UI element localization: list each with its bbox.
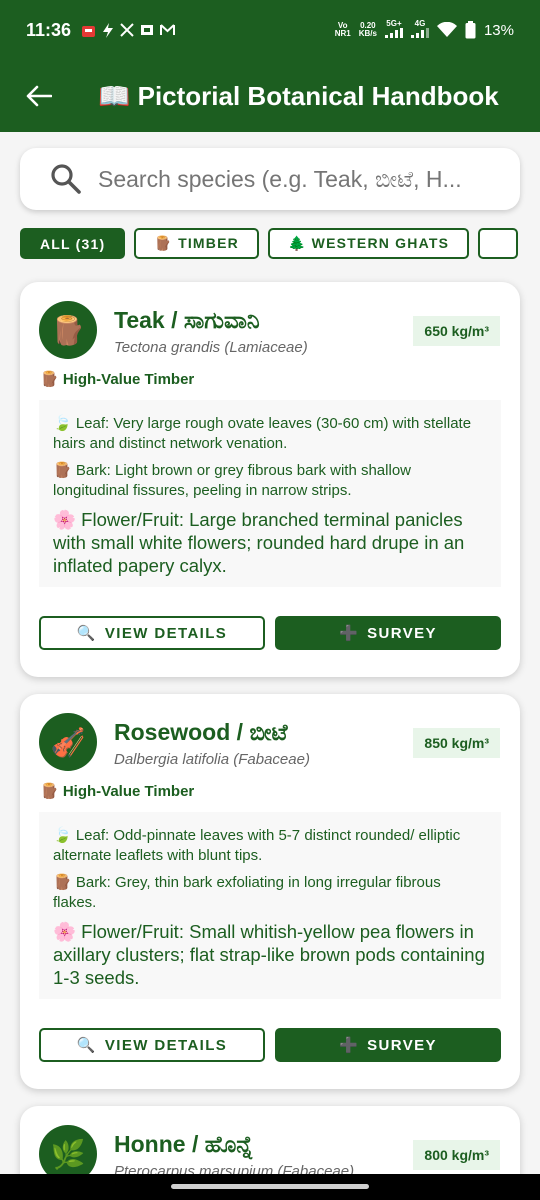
signal-4g: 4G [410,19,429,40]
species-name: Teak / ಸಾಗುವಾನಿ [114,307,260,333]
chip-timber[interactable]: 🪵 TIMBER [134,228,259,259]
magnifier-icon: 🔍 [76,625,97,642]
x-icon [120,23,134,37]
filter-chips: ALL (31) 🪵 TIMBER 🌲 WESTERN GHATS [20,228,520,260]
system-nav-bar [0,1174,540,1200]
bark-description: 🪵 Bark: Light brown or grey fibrous bark… [53,462,411,499]
plus-icon: ➕ [339,625,360,642]
battery-icon [465,21,476,39]
gen-4g-label: 4G [414,19,426,28]
notification-icons [81,22,176,38]
search-input[interactable] [98,165,498,193]
search-bar[interactable] [20,148,520,210]
status-time: 11:36 [26,19,72,40]
system-indicators: Vo NR1 0.20 KB/s 5G+ 4G 13% [335,20,514,40]
nr-label: NR1 [334,29,351,38]
description-box: 🍃 Leaf: Very large rough ovate leaves (3… [39,400,501,587]
species-name: Honne / ಹೊನ್ನೆ [114,1131,254,1157]
bolt-icon [103,22,114,38]
view-details-label: VIEW DETAILS [104,1036,228,1054]
category-tag: 🪵 High-Value Timber [40,371,195,388]
status-bar: 11:36 Vo NR1 0.20 KB/s 5G+ 4G 13% [0,0,540,60]
species-scientific-name: Dalbergia latifolia (Fabaceae) [114,751,310,768]
bark-description: 🪵 Bark: Grey, thin bark exfoliating in l… [53,874,441,911]
signal-bars-icon [410,28,429,38]
density-badge: 800 kg/m³ [413,1140,500,1170]
view-details-button[interactable]: 🔍 VIEW DETAILS [39,616,265,650]
battery-percent: 13% [483,21,514,39]
leaf-description: 🍃 Leaf: Very large rough ovate leaves (3… [53,415,472,452]
species-card: 🎻 Rosewood / ಬೀಟೆ Dalbergia latifolia (F… [20,694,520,1089]
category-tag: 🪵 High-Value Timber [40,783,195,800]
home-gesture-handle[interactable] [171,1184,369,1189]
net-speed: 0.20 KB/s [359,22,377,38]
flower-description: 🌸 Flower/Fruit: Small whitish-yellow pea… [53,921,485,988]
view-details-button[interactable]: 🔍 VIEW DETAILS [39,1028,265,1062]
gen-5g-label: 5G+ [386,19,402,28]
leaf-description: 🍃 Leaf: Odd-pinnate leaves with 5-7 dist… [53,827,461,864]
species-avatar: 🎻 [39,713,97,771]
chip-western-ghats[interactable]: 🌲 WESTERN GHATS [267,228,470,259]
survey-label: SURVEY [367,1036,437,1054]
species-name: Rosewood / ಬೀಟೆ [114,719,288,745]
speed-unit: KB/s [358,29,377,38]
mail-icon [160,24,176,35]
signal-bars-icon [384,28,403,38]
chip-more[interactable] [478,228,519,259]
survey-label: SURVEY [367,624,437,642]
page-title: 📖 Pictorial Botanical Handbook [98,80,499,111]
app-bar: 📖 Pictorial Botanical Handbook [0,60,540,132]
magnifier-icon: 🔍 [76,1037,97,1054]
signal-5g: 5G+ [384,19,403,40]
survey-button[interactable]: ➕ SURVEY [275,616,501,650]
wifi-icon [436,22,457,37]
tv-app-icon [141,25,154,35]
species-avatar: 🪵 [39,301,97,359]
volte-indicator: Vo NR1 [335,22,351,38]
flower-description: 🌸 Flower/Fruit: Large branched terminal … [53,509,465,576]
density-badge: 850 kg/m³ [413,728,500,758]
species-scientific-name: Tectona grandis (Lamiaceae) [114,339,308,356]
description-box: 🍃 Leaf: Odd-pinnate leaves with 5-7 dist… [39,812,501,999]
back-button[interactable] [14,71,64,121]
survey-button[interactable]: ➕ SURVEY [275,1028,501,1062]
density-badge: 650 kg/m³ [413,316,500,346]
arrow-left-icon [26,85,52,107]
view-details-label: VIEW DETAILS [104,624,228,642]
chip-all[interactable]: ALL (31) [20,228,126,259]
species-card: 🪵 Teak / ಸಾಗುವಾನಿ Tectona grandis (Lamia… [20,282,520,677]
search-icon [51,164,81,194]
shopping-bag-icon [82,25,96,37]
plus-icon: ➕ [339,1037,360,1054]
